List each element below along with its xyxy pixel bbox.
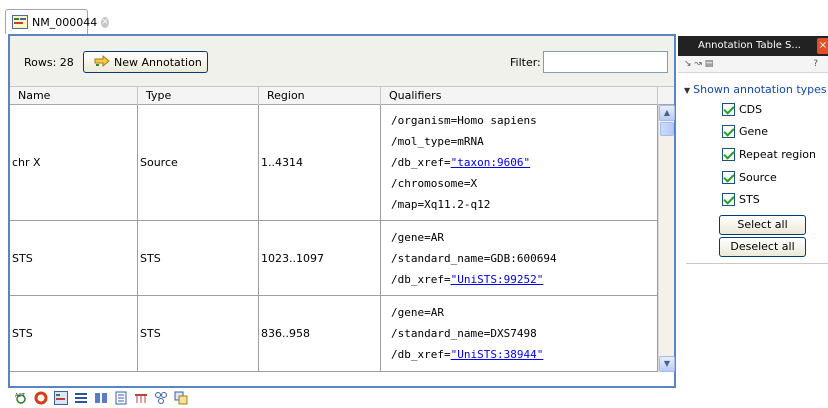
close-circle-icon[interactable]: × xyxy=(101,16,109,28)
text-view-icon[interactable] xyxy=(94,391,108,405)
qualifier-line: /mol_type=mRNA xyxy=(391,135,484,148)
side-panel-header[interactable]: Annotation Table S... xyxy=(678,36,828,56)
close-icon[interactable]: × xyxy=(817,38,828,54)
checkbox[interactable] xyxy=(722,171,735,184)
qualifier-line: /map=Xq11.2-q12 xyxy=(391,198,491,211)
column-header-qualifiers[interactable]: Qualifiers xyxy=(381,87,658,105)
editor-tab-strip: NM_000044 × xyxy=(0,0,828,34)
pin-icon[interactable]: ↘ ↝ ▤ xyxy=(684,59,713,69)
table-row[interactable]: STS STS 836..958 /gene=AR /standard_name… xyxy=(10,296,658,372)
header-corner xyxy=(658,86,674,105)
qualifier-line: /gene=AR xyxy=(391,230,444,244)
annotation-types-panel: ▼ Shown annotation types CDS Gene Repeat … xyxy=(678,74,828,408)
record-icon[interactable] xyxy=(34,391,48,405)
filter-input[interactable] xyxy=(543,51,668,73)
table-row[interactable]: chr X Source 1..4314 /organism=Homo sapi… xyxy=(10,105,658,221)
cell-region: 1023..1097 xyxy=(259,221,381,295)
cell-region: 836..958 xyxy=(259,296,381,371)
type-checkbox-gene[interactable]: Gene xyxy=(722,125,768,138)
scroll-up-icon[interactable]: ▲ xyxy=(659,105,675,121)
annotation-table-icon[interactable] xyxy=(134,391,148,405)
table-body: chr X Source 1..4314 /organism=Homo sapi… xyxy=(10,105,658,372)
qualifier-line: /gene=AR xyxy=(391,306,444,319)
type-checkbox-sts[interactable]: STS xyxy=(722,193,760,206)
divider xyxy=(686,263,828,264)
deselect-all-button[interactable]: Deselect all xyxy=(719,237,806,257)
shown-annotation-types-header[interactable]: ▼ Shown annotation types xyxy=(684,83,827,96)
qualifier-line: /db_xref="UniSTS:99252" xyxy=(391,272,544,286)
qualifier-line: /organism=Homo sapiens xyxy=(391,114,537,127)
view-switcher-bar: ACT xyxy=(8,388,676,408)
qualifier-line: /db_xref="taxon:9606" xyxy=(391,156,531,169)
db-xref-link[interactable]: "UniSTS:99252" xyxy=(451,273,544,286)
list-view-icon[interactable] xyxy=(74,391,88,405)
collapse-triangle-icon: ▼ xyxy=(684,86,691,95)
help-icon[interactable]: ? xyxy=(813,56,818,73)
checkbox[interactable] xyxy=(722,148,735,161)
checkbox[interactable] xyxy=(722,193,735,206)
arrow-add-icon xyxy=(94,54,110,70)
side-panel-toolbar: ↘ ↝ ▤ ? xyxy=(678,56,828,73)
type-checkbox-cds[interactable]: CDS xyxy=(722,103,762,116)
annotation-table: Name Type Region Qualifiers chr X Source… xyxy=(10,86,675,372)
select-all-button[interactable]: Select all xyxy=(719,215,806,235)
qualifier-line: /chromosome=X xyxy=(391,177,478,190)
cell-type: Source xyxy=(138,105,259,220)
sequence-document-icon xyxy=(12,15,28,29)
type-checkbox-source[interactable]: Source xyxy=(722,171,777,184)
cell-name: STS xyxy=(10,221,138,295)
sequence-view-icon[interactable] xyxy=(54,391,68,405)
db-xref-link[interactable]: "UniSTS:38944" xyxy=(451,348,544,361)
filter-label: Filter: xyxy=(510,56,541,69)
scroll-thumb[interactable] xyxy=(660,122,674,136)
cell-region: 1..4314 xyxy=(259,105,381,220)
qualifier-line: /standard_name=GDB:600694 xyxy=(391,251,557,265)
checkbox[interactable] xyxy=(722,125,735,138)
graph-icon[interactable] xyxy=(174,391,188,405)
cell-qualifiers: /gene=AR /standard_name=DXS7498 /db_xref… xyxy=(381,296,658,371)
editor-tab-title: NM_000044 xyxy=(32,15,98,29)
qualifier-line: /db_xref="UniSTS:38944" xyxy=(391,348,544,361)
cell-name: STS xyxy=(10,296,138,371)
tree-icon[interactable] xyxy=(154,391,168,405)
type-checkbox-repeat-region[interactable]: Repeat region xyxy=(722,148,816,161)
column-header-region[interactable]: Region xyxy=(259,87,381,105)
table-row[interactable]: STS STS 1023..1097 /gene=AR /standard_na… xyxy=(10,221,658,296)
cell-qualifiers: /organism=Homo sapiens /mol_type=mRNA /d… xyxy=(381,105,658,220)
new-annotation-button[interactable]: New Annotation xyxy=(83,51,208,73)
column-header-type[interactable]: Type xyxy=(138,87,259,105)
qualifier-line: /standard_name=DXS7498 xyxy=(391,327,537,340)
vertical-scrollbar[interactable]: ▲ ▼ xyxy=(658,105,675,372)
table-header: Name Type Region Qualifiers xyxy=(10,86,658,105)
svg-text:ACT: ACT xyxy=(15,393,26,399)
cell-type: STS xyxy=(138,221,259,295)
circular-view-icon[interactable]: ACT xyxy=(14,391,28,405)
cell-type: STS xyxy=(138,296,259,371)
db-xref-link[interactable]: "taxon:9606" xyxy=(451,156,530,169)
checkbox[interactable] xyxy=(722,103,735,116)
table-view-icon[interactable] xyxy=(114,391,128,405)
annotation-table-editor: Rows: 28 New Annotation Filter: Name Typ… xyxy=(8,34,676,388)
column-header-name[interactable]: Name xyxy=(10,87,138,105)
table-toolbar: Rows: 28 New Annotation Filter: xyxy=(10,36,674,86)
cell-name: chr X xyxy=(10,105,138,220)
scroll-down-icon[interactable]: ▼ xyxy=(659,356,675,372)
rows-count-label: Rows: 28 xyxy=(24,56,74,69)
new-annotation-label: New Annotation xyxy=(114,55,202,69)
cell-qualifiers: /gene=AR /standard_name=GDB:600694 /db_x… xyxy=(381,221,658,295)
editor-tab[interactable]: NM_000044 × xyxy=(5,9,109,34)
